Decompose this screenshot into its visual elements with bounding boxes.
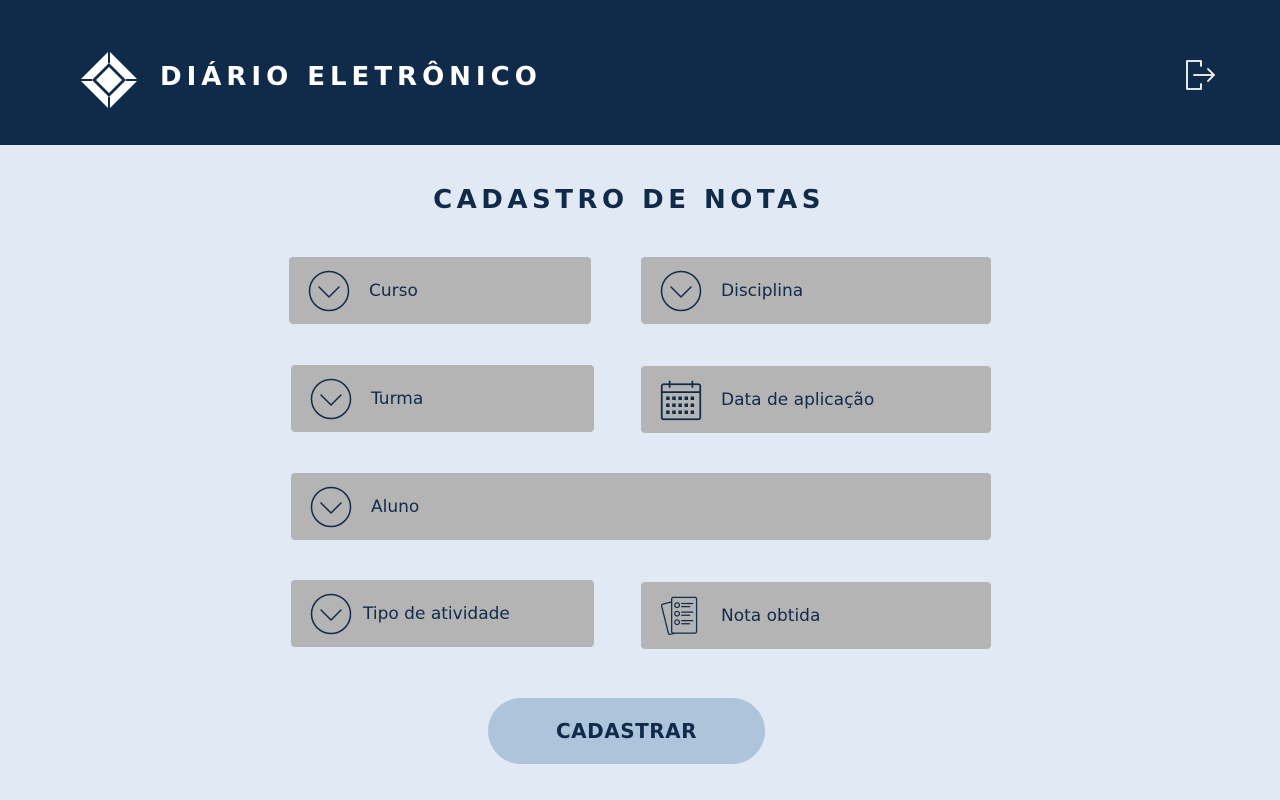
- turma-label: Turma: [371, 388, 424, 409]
- app-title: DIÁRIO ELETRÔNICO: [160, 62, 542, 92]
- curso-label: Curso: [369, 280, 418, 301]
- chevron-down-circle-icon: [310, 593, 352, 635]
- checklist-document-icon: [660, 596, 698, 635]
- turma-select[interactable]: Turma: [291, 365, 594, 432]
- nota-obtida-field[interactable]: Nota obtida: [641, 582, 991, 649]
- chevron-down-circle-icon: [308, 270, 350, 312]
- data-aplicacao-label: Data de aplicação: [721, 389, 875, 410]
- diamond-logo-icon: [80, 51, 138, 109]
- disciplina-select[interactable]: Disciplina: [641, 257, 991, 324]
- calendar-icon: [660, 380, 702, 421]
- cadastrar-button[interactable]: CADASTRAR: [488, 698, 765, 764]
- tipo-atividade-select[interactable]: Tipo de atividade: [291, 580, 594, 647]
- logout-icon[interactable]: [1183, 58, 1217, 92]
- app-header: DIÁRIO ELETRÔNICO: [0, 0, 1280, 145]
- chevron-down-circle-icon: [660, 270, 702, 312]
- aluno-select[interactable]: Aluno: [291, 473, 991, 540]
- page-title: CADASTRO DE NOTAS: [433, 185, 825, 215]
- chevron-down-circle-icon: [310, 378, 352, 420]
- disciplina-label: Disciplina: [721, 280, 804, 301]
- tipo-atividade-label: Tipo de atividade: [363, 603, 510, 624]
- chevron-down-circle-icon: [310, 486, 352, 528]
- curso-select[interactable]: Curso: [289, 257, 591, 324]
- nota-obtida-label: Nota obtida: [721, 605, 821, 626]
- aluno-label: Aluno: [371, 496, 420, 517]
- data-aplicacao-field[interactable]: Data de aplicação: [641, 366, 991, 433]
